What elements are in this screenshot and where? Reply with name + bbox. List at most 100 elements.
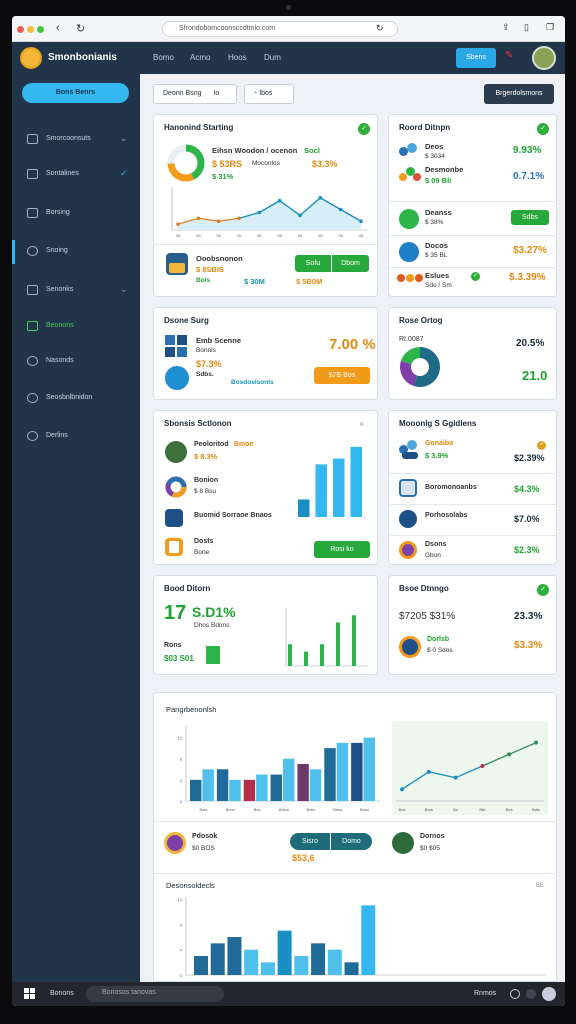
range-select-label: Deonn Bsng [163, 90, 202, 97]
sidebar-item[interactable]: Borsing [12, 202, 140, 226]
pie-slice [400, 360, 418, 387]
bar-chart [298, 446, 362, 517]
taskbar-search[interactable]: Bonosos tanovas [86, 986, 224, 1002]
card5-row-sub: Bone [194, 549, 210, 556]
panel-button1[interactable]: Sisro [290, 833, 330, 850]
link-icon [27, 356, 38, 366]
sidebar-item[interactable]: Seosbnlbnidon [12, 387, 140, 411]
bar [352, 615, 356, 666]
nav-item[interactable]: Dum [264, 53, 281, 62]
tabs-icon[interactable]: ▯ [524, 22, 529, 33]
active-indicator [12, 240, 15, 264]
x-tick-label: Bbt [479, 807, 486, 812]
app-header: Smonbonianis Bomo Acmo Hoos Dum Sbens ✎ [12, 42, 565, 74]
close-dot[interactable] [17, 26, 24, 33]
card-bsoe: Bsoe Dtnngo ✓ $7205 $31% 23.3% Dorlsb $ … [388, 575, 557, 675]
avatar[interactable] [532, 46, 556, 70]
chevron-icon: ⌄ [120, 284, 128, 294]
card1-button1[interactable]: Sofu [295, 255, 331, 272]
nav-item[interactable]: Bomo [153, 53, 174, 62]
taskbar-label[interactable]: Bonons [50, 990, 74, 997]
series-line [401, 765, 483, 790]
bar-chart: 0 4 8 12 [178, 897, 546, 978]
card2-button[interactable]: Sdbs [511, 210, 549, 225]
panel-item1-sub: $0 BOS [192, 845, 215, 852]
bar [304, 651, 308, 666]
start-icon[interactable] [24, 988, 35, 999]
group-icon [399, 167, 421, 183]
card1-item-b: $ 30M [244, 277, 265, 286]
sidebar-item-label: Nasonds [46, 357, 74, 364]
card6-row-value: $4.3% [514, 484, 540, 494]
panel-item2-sub: $0 $05 [420, 845, 440, 852]
x-tick-label: Bols [200, 807, 208, 812]
back-icon[interactable]: ‹ [56, 22, 60, 34]
y-tick-label: 12 [178, 897, 183, 902]
range-select[interactable]: Deonn Bsng Io [153, 84, 237, 104]
message-icon [27, 393, 38, 403]
sidebar-item[interactable]: Smorcoonsuts ⌄ [12, 128, 140, 152]
card5-row-label: Bonion [194, 477, 219, 484]
folder-icon [27, 285, 38, 295]
card2-row-sub: $ 09 Bli [425, 176, 452, 185]
sidebar-item[interactable]: Snoing [12, 240, 140, 264]
x-tick-label: 06 [176, 233, 181, 238]
close-icon[interactable]: × [359, 419, 364, 429]
card5-row-label: Peoloritod [194, 441, 229, 448]
bar [361, 905, 376, 975]
panel-button2[interactable]: Domo [330, 833, 372, 850]
globe-icon [399, 510, 417, 528]
bar [294, 956, 309, 975]
wifi-icon[interactable] [510, 989, 520, 999]
y-tick-label: 4 [180, 948, 183, 953]
reload-icon[interactable]: ↻ [76, 22, 85, 35]
bar-chart-small [206, 646, 220, 664]
sidebar-item[interactable]: Nasonds [12, 350, 140, 374]
nav-item[interactable]: Acmo [190, 53, 210, 62]
sidebar-item[interactable]: Derlins [12, 425, 140, 449]
logo-icon [20, 47, 42, 69]
share-icon[interactable]: ⇪ [502, 22, 510, 33]
sidebar-item-label: Seosbnlbnidon [46, 394, 93, 401]
card7-big2: S.D1% [192, 604, 236, 620]
data-point [237, 216, 241, 221]
x-tick-label: 06 [298, 233, 303, 238]
x-tick-label: 06 [257, 233, 262, 238]
sidebar-cta-button[interactable]: Bons Benrs [22, 83, 129, 103]
notification-icon[interactable]: ✎ [505, 50, 513, 61]
volume-icon[interactable] [526, 989, 536, 999]
sidebar-item[interactable]: Sontalines ✓ [12, 163, 140, 187]
data-point [400, 787, 404, 792]
card1-button2[interactable]: Dbom [331, 255, 369, 272]
data-point [426, 769, 431, 774]
card2-row-label: Desmonbe [425, 165, 464, 174]
card8-label: Dorlsb [427, 636, 450, 643]
minimize-dot[interactable] [27, 26, 34, 33]
account-icon[interactable] [542, 987, 556, 1001]
card5-button[interactable]: Rosi ko [314, 541, 370, 558]
copy-icon[interactable]: ❐ [546, 22, 554, 33]
search-field[interactable]: ◔ Ibos [244, 84, 294, 104]
card2-row-value: 9.93% [513, 145, 542, 156]
sidebar-item[interactable]: Senonks ⌄ [12, 279, 140, 303]
url-bar[interactable]: Sfrondobomcoonsccdtmlo.com [162, 21, 398, 37]
data-point [176, 222, 180, 226]
pie-chart [400, 347, 440, 387]
sidebar-item[interactable]: Beonons [12, 315, 140, 339]
nav-item[interactable]: Hoos [228, 53, 247, 62]
card3-label1: Emb Scenne [196, 336, 242, 345]
grid-icon [165, 335, 189, 357]
refresh-icon[interactable]: ↻ [376, 23, 384, 34]
card3-label3b: Bosdoslsonls [231, 379, 274, 386]
header-button[interactable]: Sbens [456, 48, 496, 68]
card7-sub: Dhos Bdons [194, 622, 230, 629]
bar [270, 774, 282, 801]
action-button[interactable]: Brgerdolsmons [484, 84, 554, 104]
card-title: Mooonlg S Ggidlens [399, 419, 477, 428]
panel-item2: Dornos [420, 833, 445, 840]
maximize-dot[interactable] [37, 26, 44, 33]
bar [336, 622, 340, 666]
data-point [277, 198, 282, 203]
line-chart: 06 06 06 06 06 06 06 06 06 06 [171, 187, 367, 238]
card3-button[interactable]: $7B Bos [314, 367, 370, 384]
